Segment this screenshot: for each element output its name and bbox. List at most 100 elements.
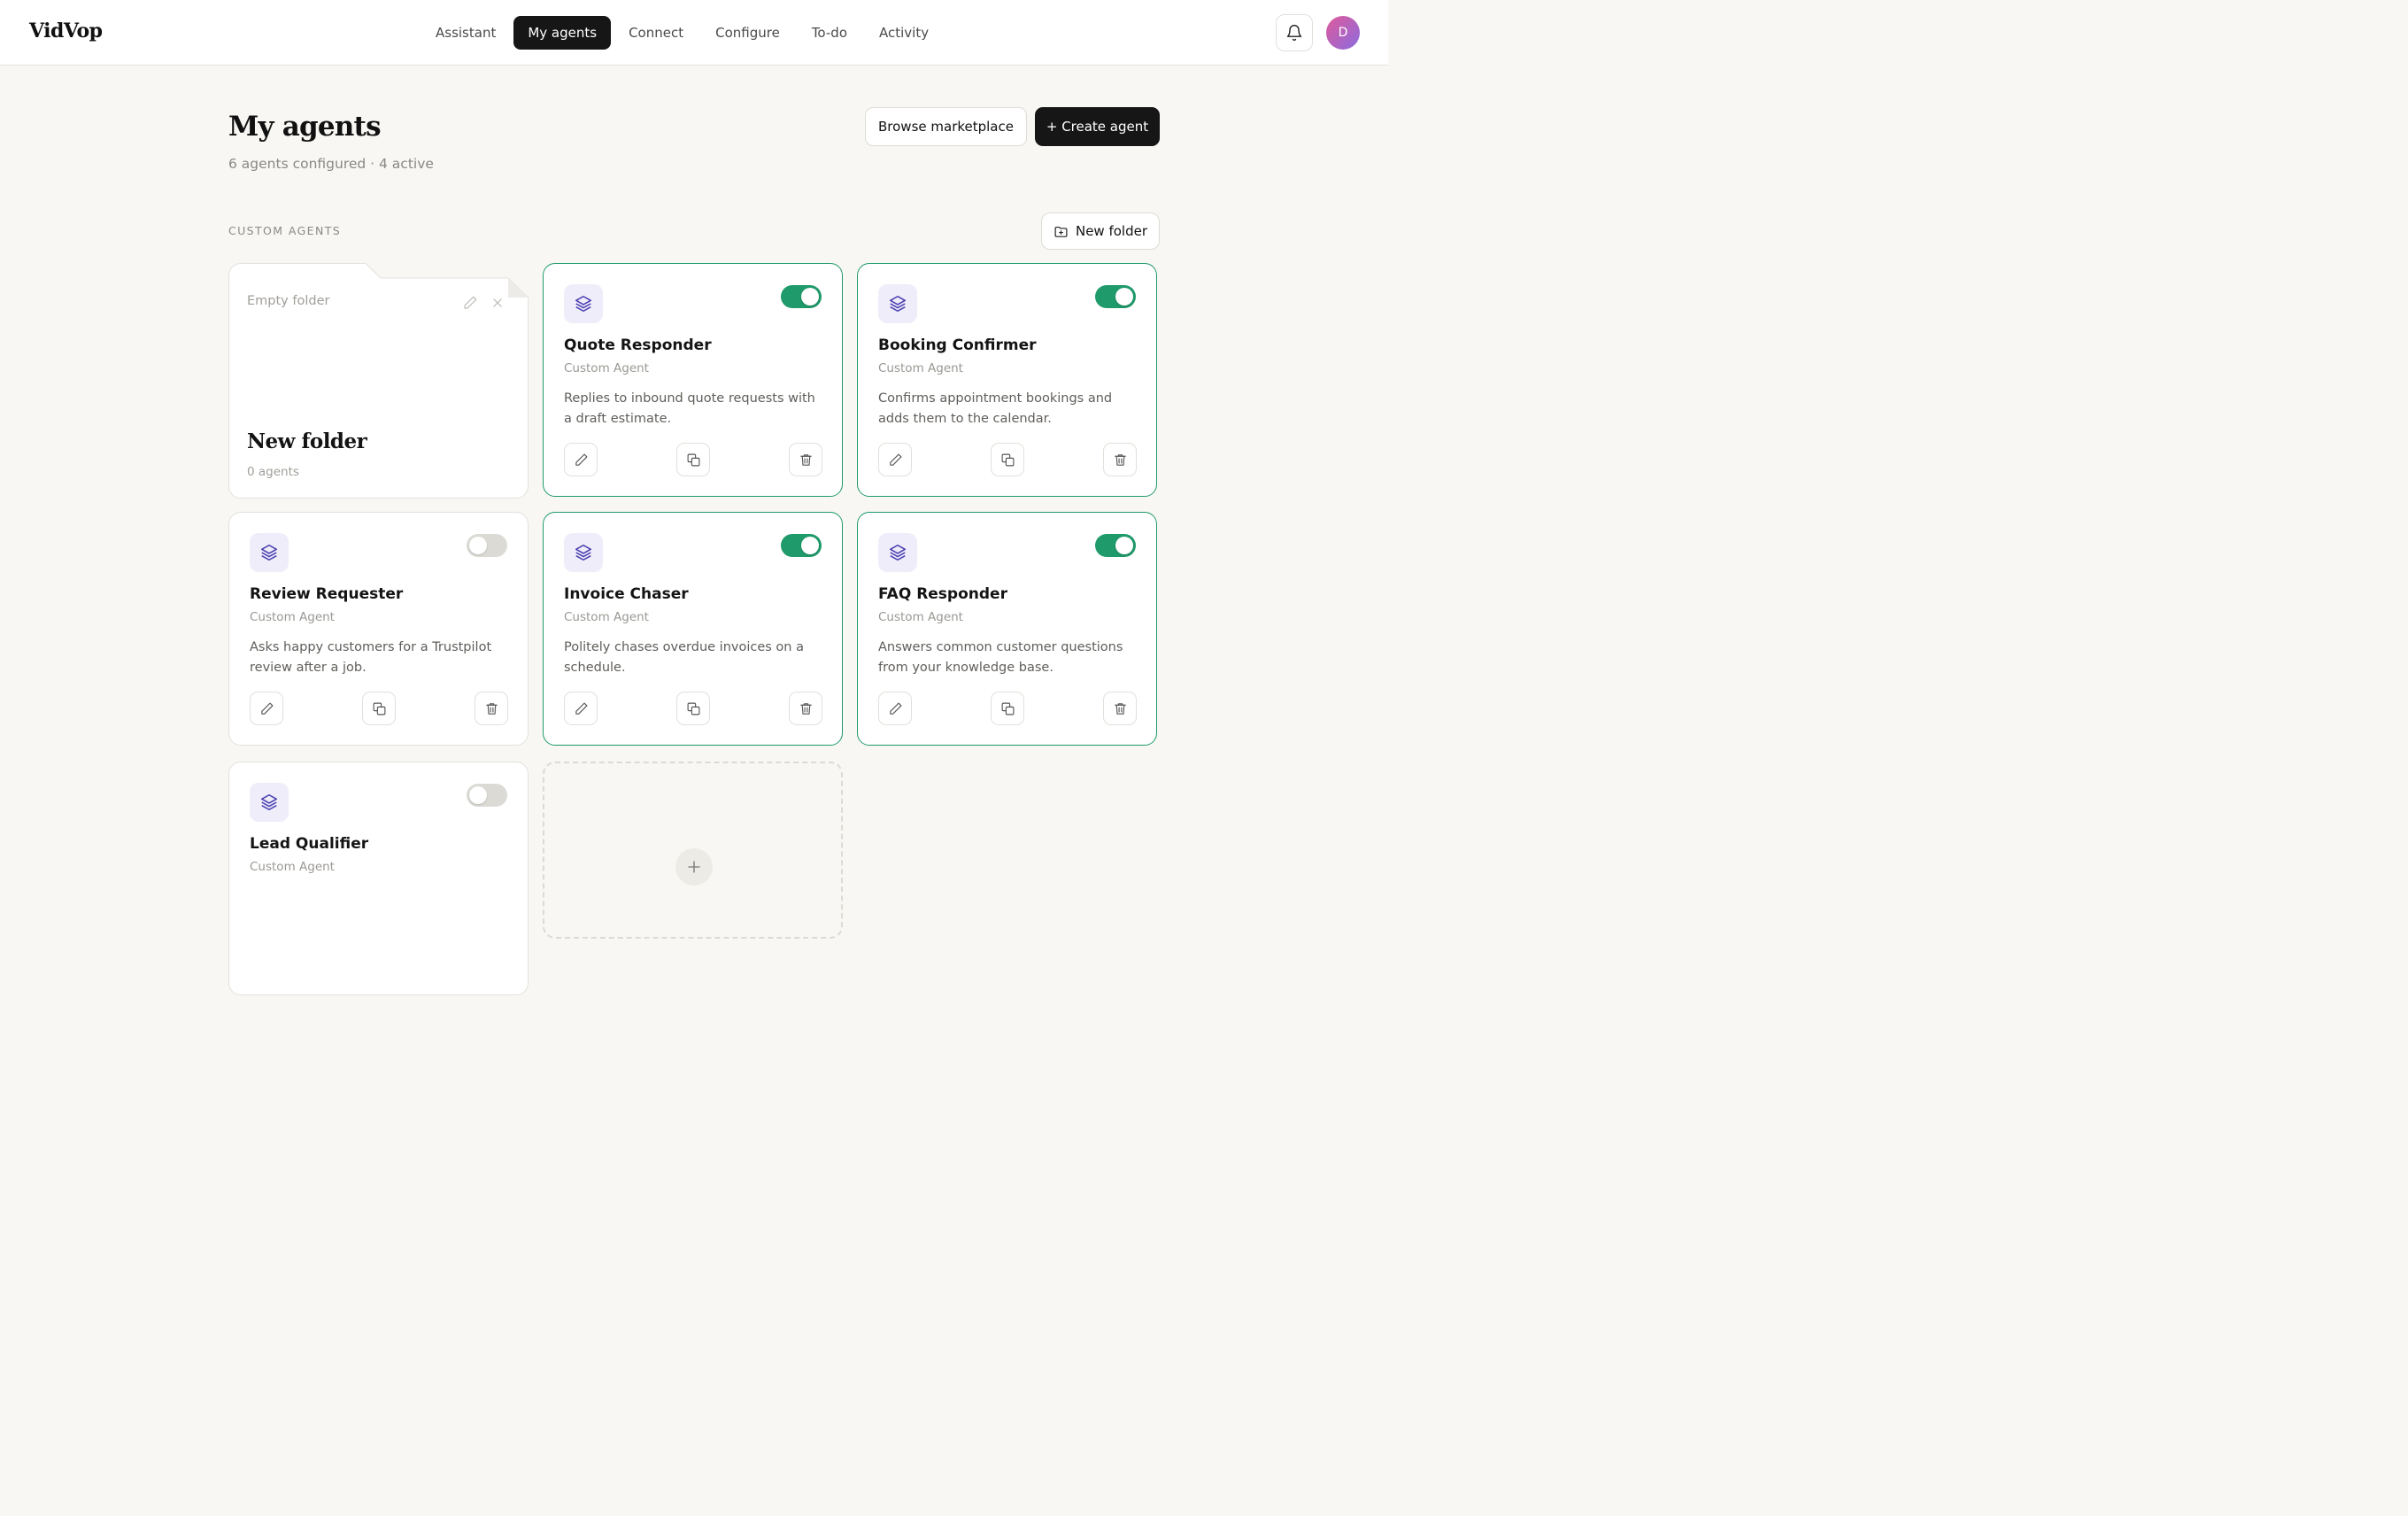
agent-description: Confirms appointment bookings and adds t… — [878, 391, 1113, 426]
agent-type: Custom Agent — [250, 860, 335, 874]
trash-icon — [1114, 453, 1126, 466]
folder-agent-count: 0 agents — [247, 465, 299, 479]
add-agent-button[interactable] — [675, 848, 713, 886]
agent-type: Custom Agent — [564, 610, 649, 624]
browse-marketplace-button[interactable]: Browse marketplace — [865, 107, 1027, 146]
agent-card-invoice-chaser[interactable]: Invoice Chaser Custom Agent Politely cha… — [543, 512, 843, 746]
layers-icon — [889, 544, 907, 561]
user-avatar[interactable]: D — [1326, 16, 1360, 50]
add-agent-card[interactable] — [543, 762, 843, 939]
edit-agent-button[interactable] — [564, 692, 598, 725]
create-agent-button[interactable]: + Create agent — [1035, 107, 1160, 146]
top-bar: VidVop Assistant My agents Connect Confi… — [0, 0, 1388, 66]
layers-icon — [889, 295, 907, 313]
layers-icon — [260, 793, 278, 811]
agent-toggle[interactable] — [467, 784, 507, 807]
agent-type: Custom Agent — [878, 610, 963, 624]
nav-to-do[interactable]: To-do — [798, 16, 861, 50]
trash-icon — [799, 453, 812, 466]
delete-agent-button[interactable] — [789, 443, 822, 476]
edit-agent-button[interactable] — [250, 692, 283, 725]
nav-connect[interactable]: Connect — [614, 16, 698, 50]
page-title: My agents — [228, 111, 382, 143]
edit-agent-button[interactable] — [878, 443, 912, 476]
page-subtitle: 6 agents configured · 4 active — [228, 156, 434, 172]
duplicate-agent-button[interactable] — [676, 692, 710, 725]
agent-card-quote-responder[interactable]: Quote Responder Custom Agent Replies to … — [543, 263, 843, 497]
agent-card-review-requester[interactable]: Review Requester Custom Agent Asks happy… — [228, 512, 529, 746]
agent-icon-tile — [878, 284, 917, 323]
section-label: CUSTOM AGENTS — [228, 224, 342, 237]
agent-type: Custom Agent — [564, 361, 649, 375]
copy-icon — [373, 702, 385, 715]
agent-name: Quote Responder — [564, 336, 712, 354]
pencil-icon — [889, 702, 901, 715]
agent-icon-tile — [878, 533, 917, 572]
agent-type: Custom Agent — [250, 610, 335, 624]
edit-agent-button[interactable] — [564, 443, 598, 476]
agent-name: Booking Confirmer — [878, 336, 1037, 354]
main-nav: Assistant My agents Connect Configure To… — [421, 16, 943, 50]
toggle-knob — [801, 537, 819, 554]
agent-icon-tile — [250, 533, 289, 572]
agent-icon-tile — [564, 533, 603, 572]
agent-toggle[interactable] — [467, 534, 507, 557]
pencil-icon — [575, 702, 587, 715]
agent-toggle[interactable] — [1095, 285, 1136, 308]
agent-toggle[interactable] — [1095, 534, 1136, 557]
new-folder-button[interactable]: New folder — [1041, 213, 1160, 250]
agent-icon-tile — [564, 284, 603, 323]
edit-folder-icon[interactable] — [462, 295, 478, 311]
agent-toggle[interactable] — [781, 534, 822, 557]
duplicate-agent-button[interactable] — [991, 692, 1024, 725]
toggle-knob — [469, 537, 487, 554]
layers-icon — [575, 295, 592, 313]
folder-plus-icon — [1054, 226, 1068, 237]
toggle-knob — [801, 288, 819, 306]
agent-name: FAQ Responder — [878, 585, 1007, 603]
agent-name: Review Requester — [250, 585, 404, 603]
agent-description: Asks happy customers for a Trustpilot re… — [250, 640, 492, 675]
trash-icon — [1114, 702, 1126, 715]
delete-agent-button[interactable] — [1103, 692, 1137, 725]
nav-my-agents[interactable]: My agents — [513, 16, 612, 50]
duplicate-agent-button[interactable] — [676, 443, 710, 476]
close-icon[interactable] — [491, 297, 504, 309]
pencil-icon — [260, 702, 273, 715]
agent-toggle[interactable] — [781, 285, 822, 308]
delete-agent-button[interactable] — [789, 692, 822, 725]
copy-icon — [687, 453, 699, 466]
notifications-button[interactable] — [1276, 14, 1313, 51]
agent-description: Replies to inbound quote requests with a… — [564, 391, 815, 426]
agent-card-lead-qualifier[interactable]: Lead Qualifier Custom Agent — [228, 762, 529, 995]
new-folder-label: New folder — [1075, 223, 1148, 239]
nav-configure[interactable]: Configure — [701, 16, 794, 50]
agent-description: Answers common customer questions from y… — [878, 640, 1123, 675]
toggle-knob — [469, 786, 487, 804]
edit-agent-button[interactable] — [878, 692, 912, 725]
delete-agent-button[interactable] — [1103, 443, 1137, 476]
folder-title: New folder — [247, 429, 367, 453]
duplicate-agent-button[interactable] — [991, 443, 1024, 476]
nav-activity[interactable]: Activity — [865, 16, 943, 50]
bell-icon — [1286, 25, 1302, 42]
layers-icon — [575, 544, 592, 561]
plus-icon — [688, 861, 700, 873]
agent-description: Politely chases overdue invoices on a sc… — [564, 640, 804, 675]
agent-name: Invoice Chaser — [564, 585, 689, 603]
trash-icon — [799, 702, 812, 715]
folder-card[interactable]: Empty folder New folder 0 agents — [228, 263, 529, 499]
copy-icon — [1001, 702, 1014, 715]
pencil-icon — [889, 453, 901, 466]
nav-assistant[interactable]: Assistant — [421, 16, 510, 50]
logo[interactable]: VidVop — [29, 19, 103, 43]
toggle-knob — [1115, 537, 1133, 554]
layers-icon — [260, 544, 278, 561]
agent-card-booking-confirmer[interactable]: Booking Confirmer Custom Agent Confirms … — [857, 263, 1157, 497]
duplicate-agent-button[interactable] — [362, 692, 396, 725]
folder-placeholder: Empty folder — [247, 294, 330, 308]
agent-card-faq-responder[interactable]: FAQ Responder Custom Agent Answers commo… — [857, 512, 1157, 746]
delete-agent-button[interactable] — [475, 692, 508, 725]
copy-icon — [687, 702, 699, 715]
copy-icon — [1001, 453, 1014, 466]
